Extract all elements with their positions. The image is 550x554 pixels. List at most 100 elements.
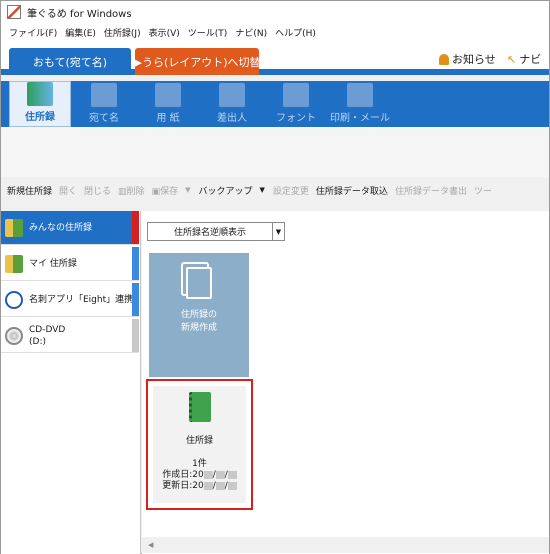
location-label: 名刺アプリ「Eight」連携 [29,294,134,305]
ribbon-paper[interactable]: 用 紙 [137,81,199,127]
floppy-icon: ▣ [151,186,161,197]
book-name: 住所録 [185,436,213,446]
app-icon [7,5,21,19]
created-prefix: 作成日:20 [162,470,204,480]
navi-label: ナビ [519,53,542,66]
address-book-icon [27,82,53,106]
settings-change-button[interactable]: 設定変更 [273,184,316,197]
location-stripe [132,319,139,352]
open-button[interactable]: 開く [59,184,84,197]
printer-icon [347,83,373,107]
toolbar: 新規住所録 開く 閉じる ▥削除 ▣保存 ▼ バックアップ ▼ 設定変更 住所録… [1,177,549,203]
blurred-digits [215,470,225,479]
blurred-digits [215,481,225,490]
backup-dropdown-icon[interactable]: ▼ [260,186,265,194]
menu-help[interactable]: ヘルプ(H) [271,26,320,39]
export-data-button[interactable]: 住所録データ書出 [395,184,474,197]
import-data-button[interactable]: 住所録データ取込 [316,184,395,197]
blank-band [1,127,549,177]
ribbon-label: 差出人 [217,113,247,124]
drive-letter: (D:) [29,336,46,347]
new-address-book-button[interactable]: 新規住所録 [7,184,59,197]
side-tab-row: おもて(宛て名) ▶うら(レイアウト)へ切替 お知らせ ↖ ナビ [1,41,549,75]
menu-navi[interactable]: ナビ(N) [231,26,271,39]
menu-bar: ファイル(F) 編集(E) 住所録(J) 表示(V) ツール(T) ナビ(N) … [1,23,549,41]
save-dropdown-icon[interactable]: ▼ [185,186,190,194]
delete-button[interactable]: ▥削除 [118,184,152,197]
location-label: みんなの住所録 [29,222,93,233]
new-card-line2: 新規作成 [180,323,217,333]
eight-logo-icon [5,290,23,309]
menu-address-book[interactable]: 住所録(J) [100,26,145,39]
green-notebook-icon [188,392,211,422]
ribbon-label: フォント [276,113,316,124]
updated-prefix: 更新日:20 [162,481,204,491]
close-button[interactable]: 閉じる [84,184,118,197]
blurred-digits [203,470,213,479]
tools-button[interactable]: ツー [474,184,499,197]
blurred-digits [227,470,237,479]
save-button[interactable]: ▣保存 [152,184,186,197]
entry-count: 1件 [192,459,207,469]
ribbon-sender[interactable]: 差出人 [201,81,263,127]
updated-date: 更新日:20// [162,481,237,492]
location-eight-link[interactable]: 名刺アプリ「Eight」連携 [1,283,139,317]
tab-front-addressee[interactable]: おもて(宛て名) [9,48,131,75]
location-stripe [132,283,139,316]
trash-icon: ▥ [118,186,127,197]
menu-tools[interactable]: ツール(T) [184,26,232,39]
chevron-down-icon[interactable]: ▼ [272,223,284,240]
window-title: 筆ぐるめ for Windows [27,8,132,20]
address-book-card[interactable]: 住所録 1件 作成日:20// 更新日:20// [146,379,253,510]
bell-icon [439,53,449,65]
save-label: 保存 [160,186,179,197]
ribbon-addressee[interactable]: 宛て名 [73,81,135,127]
sender-icon [219,83,245,107]
drive-name: CD-DVD [29,324,66,335]
location-my-books[interactable]: マイ 住所録 [1,247,139,281]
ribbon-label: 住所録 [25,112,55,123]
paper-icon [155,83,181,107]
tab-switch-back-layout[interactable]: ▶うら(レイアウト)へ切替 [133,48,261,75]
ribbon-font[interactable]: フォント [265,81,327,127]
ribbon-address-book[interactable]: 住所録 [9,81,71,127]
shared-book-icon [5,218,23,237]
scroll-left-arrow-icon[interactable]: ◀ [148,541,153,549]
addressee-icon [91,83,117,107]
pointer-icon: ↖ [507,52,517,66]
ribbon-bar: 住所録 宛て名 用 紙 差出人 フォント 印刷・メール [1,81,549,127]
created-date: 作成日:20// [162,470,237,481]
menu-view[interactable]: 表示(V) [145,26,184,39]
location-label: CD-DVD (D:) [29,324,65,348]
ribbon-label: 用 紙 [156,113,180,124]
blurred-digits [203,481,213,490]
documents-icon [186,267,212,299]
location-cd-dvd-drive[interactable]: CD-DVD (D:) [1,319,139,353]
location-shared-books[interactable]: みんなの住所録 [1,211,139,245]
location-stripe [132,247,139,280]
news-link[interactable]: お知らせ [439,51,496,67]
ribbon-label: 宛て名 [89,113,119,124]
app-window: 筆ぐるめ for Windows ファイル(F) 編集(E) 住所録(J) 表示… [0,0,550,554]
ribbon-label: 印刷・メール [330,113,390,124]
horizontal-scrollbar[interactable]: ◀ [142,537,549,553]
address-book-location-list: みんなの住所録 マイ 住所録 名刺アプリ「Eight」連携 CD-DVD (D:… [1,211,141,554]
new-card-line1: 住所録の [180,310,217,320]
selection-stripe [132,211,139,244]
my-book-icon [5,254,23,273]
address-book-grid: 住所録名逆順表示 ▼ 住所録の 新規作成 住所録 1件 作成日:20// 更新日… [142,211,549,554]
navi-link[interactable]: ↖ ナビ [507,51,541,67]
backup-button[interactable]: バックアップ [199,184,260,197]
blurred-digits [227,481,237,490]
title-bar: 筆ぐるめ for Windows [1,1,549,23]
address-book-card-body: 住所録 1件 作成日:20// 更新日:20// [153,386,246,503]
menu-file[interactable]: ファイル(F) [5,26,61,39]
sort-order-select[interactable]: 住所録名逆順表示 ▼ [147,222,285,241]
new-address-book-card[interactable]: 住所録の 新規作成 [149,253,249,377]
ribbon-print-mail[interactable]: 印刷・メール [329,81,391,127]
disc-icon [5,326,23,345]
menu-edit[interactable]: 編集(E) [61,26,100,39]
news-label: お知らせ [452,53,496,66]
location-label: マイ 住所録 [29,258,77,269]
delete-label: 削除 [126,186,145,197]
